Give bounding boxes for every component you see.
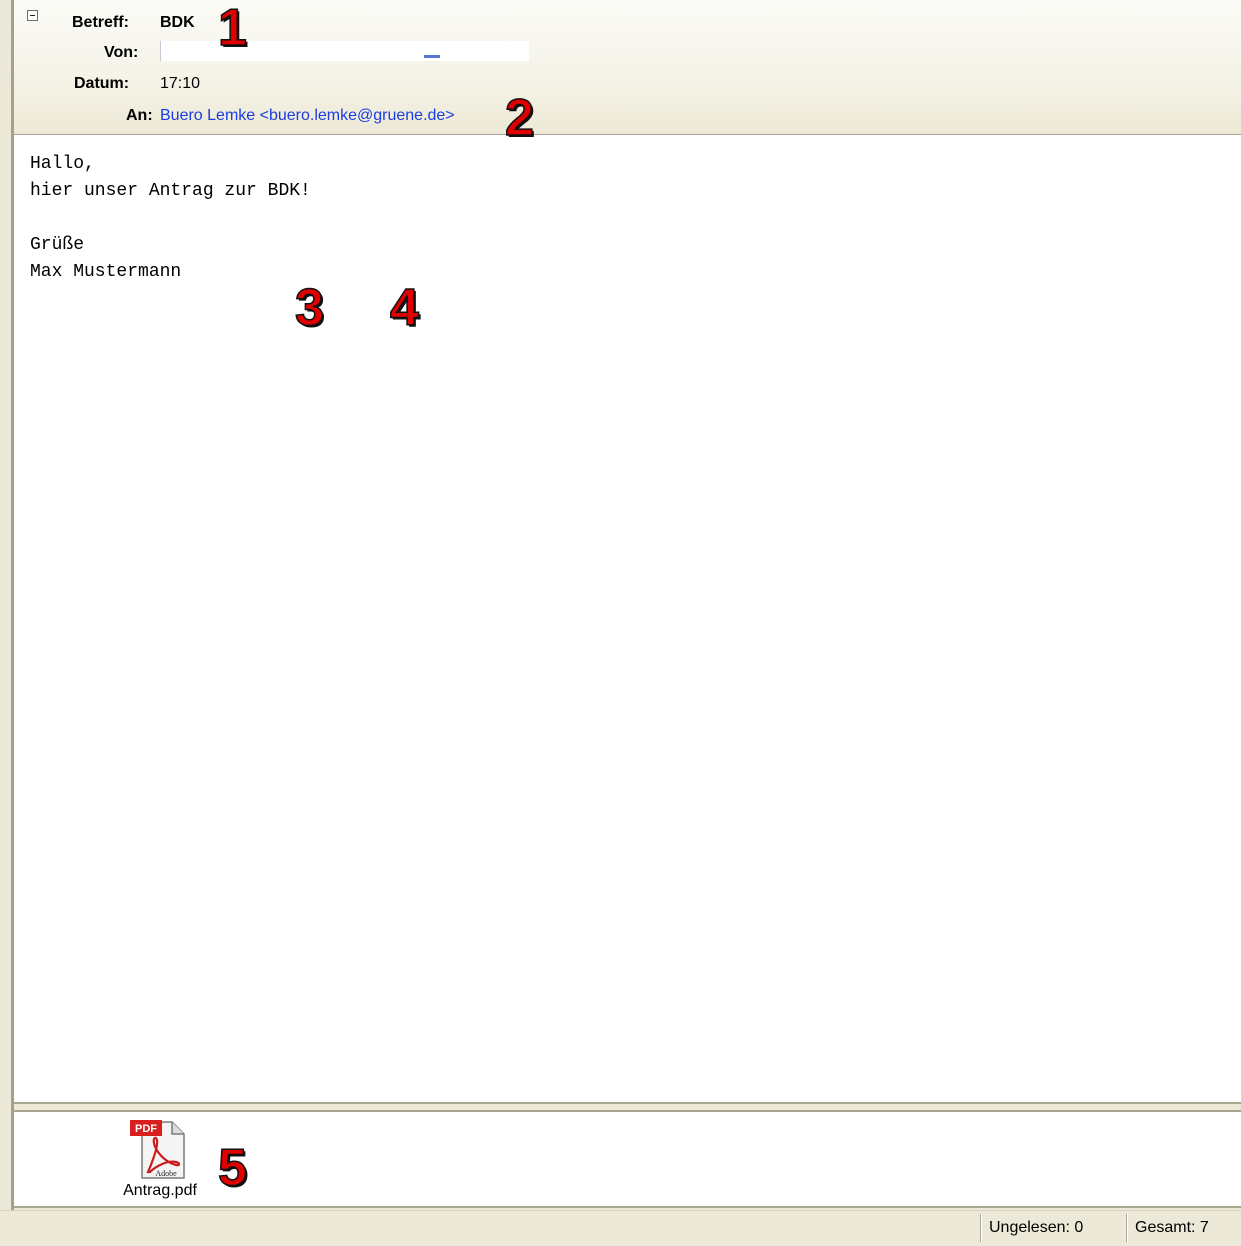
status-unread: Ungelesen: 0: [980, 1214, 1124, 1242]
status-bar: Ungelesen: 0 Gesamt: 7: [0, 1210, 1241, 1246]
attachment-pane: PDF Adobe Antrag.pdf: [14, 1112, 1241, 1208]
subject-row: Betreff: BDK: [14, 12, 1214, 34]
attachment-filename: Antrag.pdf: [123, 1182, 197, 1199]
message-body[interactable]: Hallo, hier unser Antrag zur BDK! Grüße …: [14, 135, 1241, 1102]
annotation-marker-5: 5: [217, 1139, 247, 1197]
svg-text:Adobe: Adobe: [155, 1169, 177, 1178]
to-recipient-link[interactable]: Buero Lemke <buero.lemke@gruene.de>: [160, 105, 455, 127]
annotation-marker-1: 1: [217, 0, 247, 57]
to-row: An: Buero Lemke <buero.lemke@gruene.de>: [14, 105, 1214, 127]
message-header: Betreff: BDK Von: Datum: 17:10 An: Buero…: [14, 0, 1241, 135]
date-value: 17:10: [160, 75, 201, 92]
annotation-marker-2: 2: [504, 89, 534, 147]
pane-splitter[interactable]: [14, 1102, 1241, 1112]
from-value-redacted[interactable]: [160, 41, 529, 61]
status-total: Gesamt: 7: [1126, 1214, 1241, 1242]
to-label: An:: [126, 107, 153, 124]
annotation-marker-4: 4: [389, 279, 419, 337]
message-body-text: Hallo, hier unser Antrag zur BDK! Grüße …: [30, 154, 311, 282]
annotation-marker-3: 3: [294, 279, 324, 337]
subject-value: BDK: [160, 14, 195, 31]
mail-reader-window: Betreff: BDK Von: Datum: 17:10 An: Buero…: [0, 0, 1241, 1246]
attachment-item[interactable]: PDF Adobe Antrag.pdf: [110, 1118, 210, 1204]
redaction-remnant: [424, 55, 440, 58]
date-label: Datum:: [74, 75, 130, 92]
date-row: Datum: 17:10: [14, 73, 1214, 95]
from-label: Von:: [104, 44, 139, 61]
svg-text:PDF: PDF: [135, 1123, 157, 1135]
pdf-file-icon: PDF Adobe: [130, 1120, 185, 1179]
subject-label: Betreff:: [72, 14, 129, 31]
